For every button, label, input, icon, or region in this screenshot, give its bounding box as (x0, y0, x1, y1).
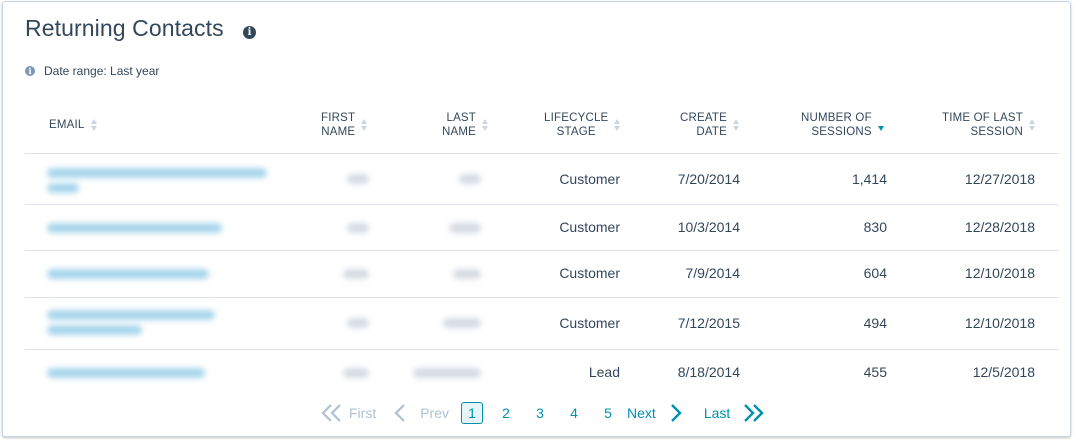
sessions-cell: 830 (863, 219, 887, 235)
sessions-cell: 455 (863, 364, 887, 380)
email-link-redacted[interactable] (47, 223, 222, 233)
create-date-cell: 7/12/2015 (677, 315, 740, 331)
last-session-cell: 12/27/2018 (964, 171, 1035, 187)
last-name-redacted (459, 174, 481, 184)
last-session-cell: 12/5/2018 (972, 364, 1035, 380)
column-header-lifecycle-stage[interactable]: LIFECYCLE STAGE (544, 111, 621, 139)
table-header: EMAIL FIRST NAME LAST NAME LIFECYCLE STAGE … (25, 98, 1059, 154)
sessions-cell: 604 (863, 265, 887, 281)
chevron-left-icon (394, 403, 406, 423)
create-date-cell: 7/20/2014 (677, 171, 740, 187)
report-title: Returning Contacts (25, 15, 224, 41)
lifecycle-stage-cell: Lead (588, 364, 620, 380)
page-3-button[interactable]: 3 (529, 402, 551, 424)
column-label: CREATE (680, 112, 727, 124)
create-date-cell: 10/3/2014 (677, 219, 740, 235)
last-session-cell: 12/10/2018 (964, 315, 1035, 331)
column-label: FIRST (321, 112, 356, 124)
column-label: NAME (321, 126, 356, 138)
column-header-create-date[interactable]: CREATE DATE (680, 111, 739, 139)
column-label: LIFECYCLE (544, 112, 609, 124)
first-name-redacted (347, 174, 369, 184)
first-name-redacted (347, 223, 369, 233)
last-page-label: Last (703, 405, 731, 421)
sort-icon (361, 119, 368, 131)
prev-page-button[interactable]: Prev (394, 403, 449, 423)
page-numbers: 1 2 3 4 5 (455, 402, 625, 424)
email-link-redacted (47, 183, 79, 193)
info-icon: i (25, 66, 35, 76)
column-label: LAST (446, 112, 477, 124)
first-name-redacted (347, 318, 369, 328)
column-label: TIME OF LAST (942, 112, 1023, 124)
column-header-sessions[interactable]: NUMBER OF SESSIONS (801, 111, 884, 139)
table-row: Lead 8/18/2014 455 12/5/2018 (25, 350, 1059, 394)
column-header-last-name[interactable]: LAST NAME (442, 111, 489, 139)
prev-page-label: Prev (420, 405, 450, 421)
table-row: Customer 7/12/2015 494 12/10/2018 (25, 298, 1059, 350)
column-label: NAME (442, 126, 477, 138)
next-page-label: Next (627, 405, 656, 421)
email-link-redacted[interactable] (47, 269, 209, 279)
sort-icon (482, 119, 489, 131)
first-name-redacted (343, 368, 369, 378)
sessions-cell: 1,414 (851, 171, 887, 187)
pagination: First Prev 1 2 3 4 5 Next Last (321, 400, 764, 426)
first-name-redacted (343, 269, 369, 279)
date-range: i Date range: Last year (25, 64, 159, 78)
table-row: Customer 7/9/2014 604 12/10/2018 (25, 251, 1059, 298)
column-label: DATE (696, 126, 727, 138)
next-page-button[interactable]: Next (627, 403, 682, 423)
column-label: STAGE (556, 126, 596, 138)
sort-icon (1029, 119, 1035, 131)
table-row: Customer 7/20/2014 1,414 12/27/2018 (25, 154, 1059, 205)
column-label: SESSIONS (811, 126, 872, 138)
lifecycle-stage-cell: Customer (559, 315, 620, 331)
first-page-label: First (349, 405, 377, 421)
date-range-label: Date range: Last year (44, 64, 160, 78)
last-name-redacted (413, 368, 481, 378)
info-icon[interactable]: i (243, 26, 256, 39)
page-2-button[interactable]: 2 (495, 402, 517, 424)
sort-icon (90, 119, 97, 131)
lifecycle-stage-cell: Customer (559, 219, 620, 235)
lifecycle-stage-cell: Customer (559, 171, 620, 187)
column-header-email[interactable]: EMAIL (49, 118, 97, 132)
column-label: EMAIL (49, 119, 85, 131)
sort-icon (614, 119, 621, 131)
sort-descending-icon (877, 119, 884, 131)
sort-icon (733, 119, 739, 131)
last-name-redacted (443, 318, 481, 328)
page-1-button[interactable]: 1 (461, 402, 484, 424)
contacts-table: EMAIL FIRST NAME LAST NAME LIFECYCLE STAGE … (25, 98, 1059, 394)
column-header-first-name[interactable]: FIRST NAME (321, 111, 368, 139)
column-label: NUMBER OF (801, 112, 872, 124)
last-page-button[interactable]: Last (704, 403, 764, 423)
column-label: SESSION (970, 126, 1023, 138)
page-4-button[interactable]: 4 (563, 402, 585, 424)
sessions-cell: 494 (863, 315, 887, 331)
chevron-right-icon (670, 403, 682, 423)
email-link-redacted[interactable] (47, 310, 215, 320)
last-name-redacted (453, 269, 481, 279)
last-session-cell: 12/28/2018 (964, 219, 1035, 235)
email-link-redacted[interactable] (47, 168, 267, 178)
last-session-cell: 12/10/2018 (964, 265, 1035, 281)
page-5-button[interactable]: 5 (597, 402, 619, 424)
table-row: Customer 10/3/2014 830 12/28/2018 (25, 205, 1059, 251)
report-card: Returning Contacts i i Date range: Last … (2, 1, 1071, 437)
email-link-redacted[interactable] (47, 368, 205, 378)
create-date-cell: 7/9/2014 (685, 265, 741, 281)
double-chevron-left-icon (321, 403, 343, 423)
create-date-cell: 8/18/2014 (677, 364, 740, 380)
column-header-last-session[interactable]: TIME OF LAST SESSION (942, 111, 1035, 139)
first-page-button[interactable]: First (321, 403, 376, 423)
lifecycle-stage-cell: Customer (559, 265, 620, 281)
double-chevron-right-icon (742, 403, 764, 423)
last-name-redacted (449, 223, 481, 233)
email-link-redacted (47, 325, 142, 335)
